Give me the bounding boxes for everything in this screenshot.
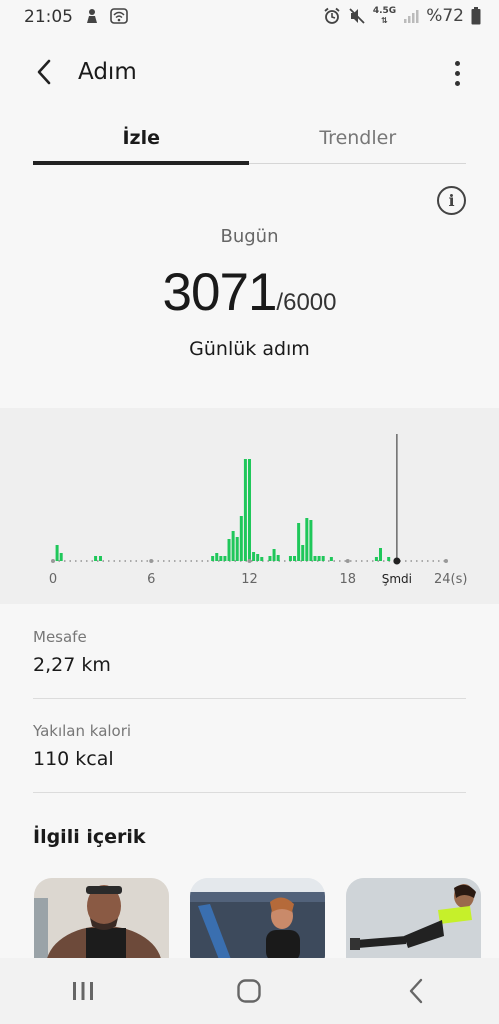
related-card-3[interactable] <box>346 878 481 962</box>
steps-count: 3071 <box>162 263 278 322</box>
chart-bar <box>256 554 260 561</box>
chart-tick-label: 6 <box>147 572 155 587</box>
chart-bar <box>387 557 391 561</box>
chart-tick <box>444 559 448 563</box>
more-options-button[interactable] <box>443 56 471 90</box>
chart-tick <box>345 559 350 563</box>
chart-tick <box>51 559 55 563</box>
related-content-title: İlgili içerik <box>33 826 146 848</box>
chart-bar <box>215 553 219 561</box>
steps-caption: Günlük adım <box>189 338 310 360</box>
network-type-icon: 4.5G ⇅ <box>372 6 397 26</box>
app-bar: Adım <box>0 36 499 110</box>
chart-bar <box>260 557 264 561</box>
chart-bar <box>305 518 309 561</box>
status-left-icons <box>84 8 128 24</box>
chart-bar <box>374 557 378 561</box>
mute-icon <box>349 8 365 24</box>
distance-stat: Mesafe 2,27 km <box>33 628 466 676</box>
navigation-bar <box>0 958 499 1024</box>
recents-icon <box>73 982 94 1000</box>
chart-bar <box>94 556 98 561</box>
day-label: Bugün <box>220 226 279 247</box>
chart-bar <box>293 556 297 561</box>
chart-bar <box>227 539 231 561</box>
battery-percent: %72 <box>426 6 464 26</box>
chart-bar <box>276 555 280 561</box>
active-tab-indicator <box>33 161 249 165</box>
calories-value: 110 kcal <box>33 748 114 770</box>
now-marker-dot <box>393 557 401 565</box>
chart-bar <box>55 545 59 561</box>
chart-tick-label: 24(s) <box>434 572 467 587</box>
status-time: 21:05 <box>24 7 73 27</box>
home-icon <box>237 979 262 1003</box>
calories-stat: Yakılan kalori 110 kcal <box>33 722 466 770</box>
chart-bar <box>321 556 325 561</box>
more-vertical-icon <box>454 60 460 66</box>
tab-izle[interactable]: İzle <box>33 112 250 166</box>
chart-bar <box>313 556 317 561</box>
hourly-steps-chart: 0 6 12 18 24(s) Şmdi <box>49 434 467 587</box>
chart-bar <box>235 537 239 561</box>
chart-bar <box>231 531 235 561</box>
back-button[interactable] <box>26 54 62 90</box>
chart-bar <box>59 553 63 561</box>
workout-photo-3 <box>346 878 481 962</box>
home-button[interactable] <box>219 966 279 1016</box>
battery-icon <box>471 7 481 25</box>
recents-button[interactable] <box>53 966 113 1016</box>
chevron-left-icon <box>37 59 51 85</box>
status-right-icons: 4.5G ⇅ %72 <box>323 6 481 26</box>
tab-bar: İzle Trendler <box>33 112 466 166</box>
info-button[interactable]: i <box>437 186 466 215</box>
chart-tick-label: 18 <box>339 572 356 587</box>
chart-bar <box>243 459 247 561</box>
workout-photo-1 <box>34 878 169 962</box>
chart-bar <box>219 556 223 561</box>
distance-label: Mesafe <box>33 628 87 646</box>
tab-trendler[interactable]: Trendler <box>250 112 467 166</box>
chart-bar <box>252 552 256 561</box>
chart-bar <box>223 556 227 561</box>
steps-summary: 3071/6000 <box>0 262 499 323</box>
status-bar: 21:05 4.5G ⇅ %72 <box>0 0 499 34</box>
chart-bar <box>288 556 292 561</box>
chart-bar <box>301 545 305 561</box>
chart-bar <box>379 548 382 561</box>
chart-bar <box>309 520 313 561</box>
page-title: Adım <box>78 59 137 85</box>
related-card-2[interactable] <box>190 878 325 962</box>
distance-value: 2,27 km <box>33 654 111 676</box>
chart-bar <box>329 557 333 561</box>
chart-bar <box>248 459 251 561</box>
chart-bar <box>317 556 321 561</box>
related-card-1[interactable] <box>34 878 169 962</box>
system-back-button[interactable] <box>386 966 446 1016</box>
screen: 21:05 4.5G ⇅ %72 Adım İzle Trendler i Bu… <box>0 0 499 1024</box>
wifi-icon <box>110 8 128 24</box>
chart-bar <box>239 516 243 561</box>
alarm-icon <box>324 7 340 24</box>
chart-bar <box>98 556 102 561</box>
signal-icon <box>404 10 419 23</box>
calories-label: Yakılan kalori <box>33 722 132 740</box>
back-icon <box>409 978 423 1004</box>
tab-divider <box>249 163 466 164</box>
stat-divider <box>33 698 466 699</box>
workout-photo-2 <box>190 878 325 962</box>
health-notification-icon <box>87 9 97 23</box>
chart-tick <box>149 559 154 563</box>
chart-tick <box>247 559 252 563</box>
chart-tick-label: 12 <box>241 572 258 587</box>
now-label: Şmdi <box>382 572 412 586</box>
chart-tick-label: 0 <box>49 572 57 587</box>
info-icon: i <box>448 191 455 210</box>
stat-divider <box>33 792 466 793</box>
steps-goal: /6000 <box>276 289 337 316</box>
chart-bar <box>272 549 276 561</box>
chart-bar <box>268 556 272 561</box>
chart-bar <box>211 556 215 561</box>
chart-bar <box>297 523 301 561</box>
